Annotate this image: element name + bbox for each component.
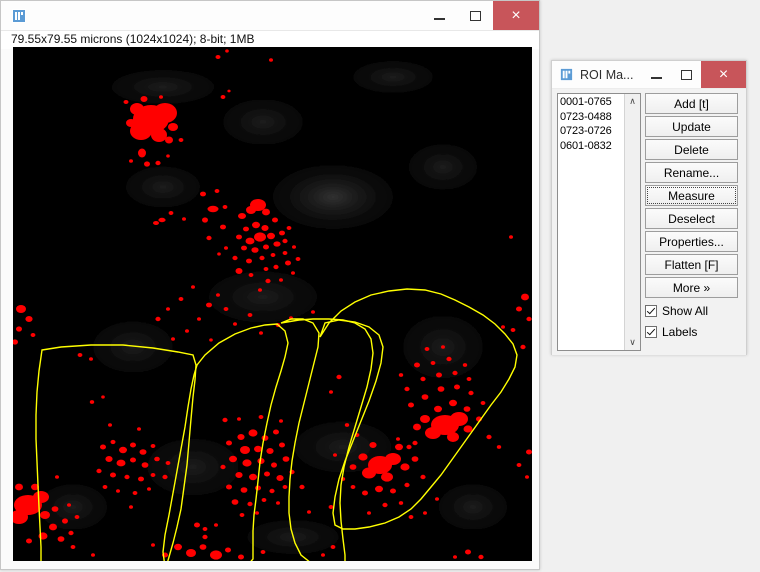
roi-minimize-button[interactable] (641, 61, 671, 88)
scroll-down-icon[interactable]: ∨ (625, 335, 640, 350)
roi-list-scrollbar[interactable]: ∧ ∨ (624, 94, 640, 350)
roi-manager-window: ROI Ma... × 0001-0765 0723-0488 0723-072… (551, 60, 747, 355)
imagej-icon (559, 67, 574, 82)
roi-manager-titlebar[interactable]: ROI Ma... × (552, 61, 746, 89)
close-icon: × (511, 6, 521, 24)
add-button[interactable]: Add [t] (645, 93, 738, 114)
scroll-up-icon[interactable]: ∧ (625, 94, 640, 109)
show-all-checkbox[interactable]: Show All (645, 301, 738, 321)
flatten-button[interactable]: Flatten [F] (645, 254, 738, 275)
maximize-button[interactable] (457, 1, 493, 30)
list-item[interactable]: 0723-0726 (560, 124, 624, 139)
deselect-button[interactable]: Deselect (645, 208, 738, 229)
list-item[interactable]: 0601-0832 (560, 139, 624, 154)
checkbox-icon (645, 305, 657, 317)
roi-manager-controls: × (641, 61, 746, 88)
list-item[interactable]: 0723-0488 (560, 110, 624, 125)
measure-button[interactable]: Measure (645, 185, 738, 206)
minimize-button[interactable] (421, 1, 457, 30)
roi-close-button[interactable]: × (701, 61, 746, 88)
roi-manager-body: 0001-0765 0723-0488 0723-0726 0601-0832 … (552, 89, 746, 355)
close-button[interactable]: × (493, 1, 539, 30)
screen-root: × 79.55x79.55 microns (1024x1024); 8-bit… (0, 0, 760, 572)
checkbox-icon (645, 326, 657, 338)
image-window-controls: × (421, 1, 539, 30)
roi-list-box[interactable]: 0001-0765 0723-0488 0723-0726 0601-0832 … (557, 93, 641, 351)
rename-button[interactable]: Rename... (645, 162, 738, 183)
roi-maximize-button[interactable] (671, 61, 701, 88)
minimize-icon (433, 17, 445, 20)
roi-list[interactable]: 0001-0765 0723-0488 0723-0726 0601-0832 (558, 94, 624, 350)
delete-button[interactable]: Delete (645, 139, 738, 160)
image-canvas[interactable] (13, 47, 532, 561)
labels-checkbox[interactable]: Labels (645, 322, 738, 342)
update-button[interactable]: Update (645, 116, 738, 137)
minimize-icon (650, 76, 662, 79)
maximize-icon (469, 10, 481, 21)
imagej-icon (11, 8, 27, 24)
roi-button-column: Add [t] Update Delete Rename... Measure … (645, 93, 738, 350)
maximize-icon (680, 69, 692, 80)
roi-manager-title: ROI Ma... (580, 67, 634, 82)
image-window: × 79.55x79.55 microns (1024x1024); 8-bit… (0, 0, 540, 570)
labels-label: Labels (662, 325, 698, 339)
more-button[interactable]: More » (645, 277, 738, 298)
microscopy-image (13, 47, 532, 561)
close-icon: × (718, 65, 729, 83)
show-all-label: Show All (662, 304, 709, 318)
list-item[interactable]: 0001-0765 (560, 95, 624, 110)
properties-button[interactable]: Properties... (645, 231, 738, 252)
image-window-titlebar[interactable]: × (1, 1, 539, 31)
